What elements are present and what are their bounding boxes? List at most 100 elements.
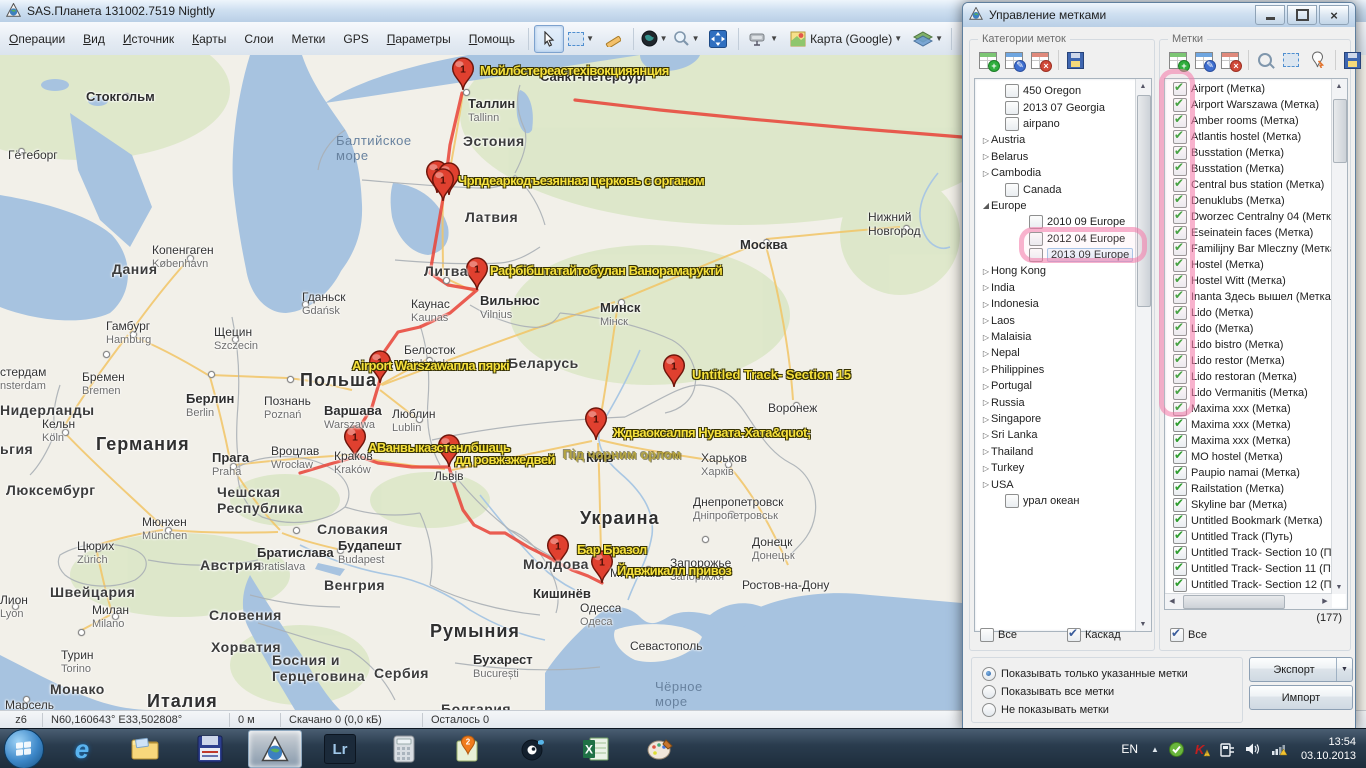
category-tree-item[interactable]: ▷ Thailand (977, 444, 1135, 460)
radio-button[interactable] (982, 685, 996, 699)
mark-list-item[interactable]: Maxima xxx (Метка) (1167, 417, 1331, 433)
cascade-checkbox-box[interactable] (1067, 628, 1081, 642)
mark-checkbox[interactable] (1173, 434, 1187, 448)
scroll-thumb[interactable] (1137, 95, 1151, 307)
marks-vscrollbar[interactable]: ▲ ▼ (1331, 79, 1347, 594)
scroll-thumb[interactable] (1333, 99, 1347, 163)
scroll-up-arrow[interactable]: ▲ (1332, 79, 1346, 93)
category-tree-item[interactable]: ▷ Cambodia (977, 165, 1135, 181)
add-category-button[interactable]: + (976, 48, 1000, 72)
tree-expand-icon[interactable]: ▷ (981, 398, 991, 407)
radio-hide-all[interactable]: Не показывать метки (982, 703, 1109, 717)
globe-source-button[interactable]: ▼ (639, 25, 669, 53)
scroll-left-arrow[interactable]: ◀ (1165, 594, 1179, 608)
category-checkbox[interactable] (1005, 117, 1019, 131)
tray-volume-icon[interactable] (1245, 742, 1261, 756)
taskbar-calculator[interactable] (378, 731, 430, 767)
language-indicator[interactable]: EN (1121, 742, 1138, 756)
taskbar-paint[interactable] (634, 731, 686, 767)
marks-all-checkbox[interactable]: Все (1168, 628, 1207, 642)
download-manager-button[interactable]: ▼ (744, 25, 782, 53)
category-tree-item[interactable]: ▷ Turkey (977, 460, 1135, 476)
export-dropdown-arrow[interactable]: ▼ (1336, 658, 1352, 681)
marks-hscrollbar[interactable]: ◀ ▶ (1165, 593, 1332, 609)
layers-button[interactable]: ▼ (910, 25, 946, 53)
close-button[interactable]: × (1319, 5, 1349, 25)
mark-checkbox[interactable] (1173, 466, 1187, 480)
category-tree-item[interactable]: 2013 07 Georgia (977, 99, 1135, 115)
menu-item[interactable]: Параметры (378, 28, 460, 50)
mark-list-item[interactable]: Paupio namai (Метка) (1167, 465, 1331, 481)
tree-expand-icon[interactable]: ▷ (981, 300, 991, 309)
tray-expand-icon[interactable]: ▲ (1151, 745, 1159, 754)
menu-item[interactable]: Источник (114, 28, 183, 50)
delete-category-button[interactable]: × (1028, 48, 1052, 72)
categories-tree[interactable]: 450 Oregon 2013 07 Georgia airpano (974, 78, 1152, 632)
select-marks-button[interactable] (1279, 48, 1303, 72)
radio-button[interactable] (982, 703, 996, 717)
save-categories-button[interactable] (1063, 48, 1087, 72)
tray-antivirus-icon[interactable]: K! (1194, 742, 1210, 757)
import-button[interactable]: Импорт (1249, 685, 1353, 710)
delete-mark-button[interactable]: × (1218, 48, 1242, 72)
tree-expand-icon[interactable]: ◢ (981, 201, 991, 210)
cascade-checkbox[interactable]: Каскад (1065, 628, 1121, 642)
clock[interactable]: 13:54 03.10.2013 (1301, 735, 1356, 764)
selection-tool-button[interactable]: ▼ (566, 25, 596, 53)
edit-mark-button[interactable]: ✎ (1192, 48, 1216, 72)
taskbar-internet-explorer[interactable]: e (56, 731, 108, 767)
scroll-down-arrow[interactable]: ▼ (1332, 580, 1346, 594)
menu-item[interactable]: Помощь (460, 28, 524, 50)
menu-item[interactable]: Операции (0, 28, 74, 50)
category-tree-item[interactable]: ◢ Europe (977, 198, 1135, 214)
tree-expand-icon[interactable]: ▷ (981, 136, 991, 145)
menu-item[interactable]: GPS (334, 28, 377, 50)
category-tree-item[interactable]: урал океан (977, 493, 1135, 509)
menu-item[interactable]: Вид (74, 28, 114, 50)
mark-list-item[interactable]: Skyline bar (Метка) (1167, 497, 1331, 513)
all-checkbox-box[interactable] (980, 628, 994, 642)
category-checkbox[interactable] (1005, 84, 1019, 98)
scroll-up-arrow[interactable]: ▲ (1136, 79, 1150, 93)
mark-checkbox[interactable] (1173, 514, 1187, 528)
category-tree-item[interactable]: airpano (977, 116, 1135, 132)
category-checkbox[interactable] (1005, 494, 1019, 508)
categories-all-checkbox[interactable]: Все (978, 628, 1017, 642)
mark-checkbox[interactable] (1173, 546, 1187, 560)
menu-item[interactable]: Слои (235, 28, 282, 50)
menu-item[interactable]: Метки (283, 28, 335, 50)
category-tree-item[interactable]: ▷ Hong Kong (977, 263, 1135, 279)
tree-expand-icon[interactable]: ▷ (981, 267, 991, 276)
start-orb[interactable] (4, 729, 44, 768)
find-mark-button[interactable] (1253, 48, 1277, 72)
tree-expand-icon[interactable]: ▷ (981, 431, 991, 440)
zoom-level[interactable]: z6 (0, 713, 43, 727)
mark-list-item[interactable]: Railstation (Метка) (1167, 481, 1331, 497)
category-tree-item[interactable]: Canada (977, 181, 1135, 197)
tree-expand-icon[interactable]: ▷ (981, 152, 991, 161)
tree-expand-icon[interactable]: ▷ (981, 447, 991, 456)
category-tree-item[interactable]: ▷ Indonesia (977, 296, 1135, 312)
taskbar-lightroom[interactable]: Lr (314, 731, 366, 767)
category-checkbox[interactable] (1005, 101, 1019, 115)
tree-expand-icon[interactable]: ▷ (981, 415, 991, 424)
taskbar-sas-planet[interactable] (248, 730, 302, 768)
ruler-tool-button[interactable] (598, 25, 628, 53)
minimize-button[interactable] (1255, 5, 1285, 25)
placemark-pin[interactable]: 1 (662, 354, 686, 388)
tree-expand-icon[interactable]: ▷ (981, 464, 991, 473)
fullscreen-button[interactable] (703, 25, 733, 53)
scroll-right-arrow[interactable]: ▶ (1318, 594, 1332, 608)
category-tree-item[interactable]: 450 Oregon (977, 83, 1135, 99)
mark-list-item[interactable]: Untitled Track- Section 12 (Путь) (1167, 577, 1331, 593)
dialog-titlebar[interactable]: Управление метками × (963, 3, 1355, 27)
category-tree-item[interactable]: ▷ Belarus (977, 149, 1135, 165)
mark-checkbox[interactable] (1173, 578, 1187, 592)
mark-list-item[interactable]: Maxima xxx (Метка) (1167, 433, 1331, 449)
scroll-down-arrow[interactable]: ▼ (1136, 617, 1150, 631)
mark-list-item[interactable]: Untitled Track- Section 10 (Путь) (1167, 545, 1331, 561)
mark-list-item[interactable]: Untitled Bookmark (Метка) (1167, 513, 1331, 529)
goto-mark-button[interactable] (1305, 48, 1329, 72)
tray-status-ok-icon[interactable] (1169, 742, 1184, 757)
category-tree-item[interactable]: ▷ Russia (977, 394, 1135, 410)
